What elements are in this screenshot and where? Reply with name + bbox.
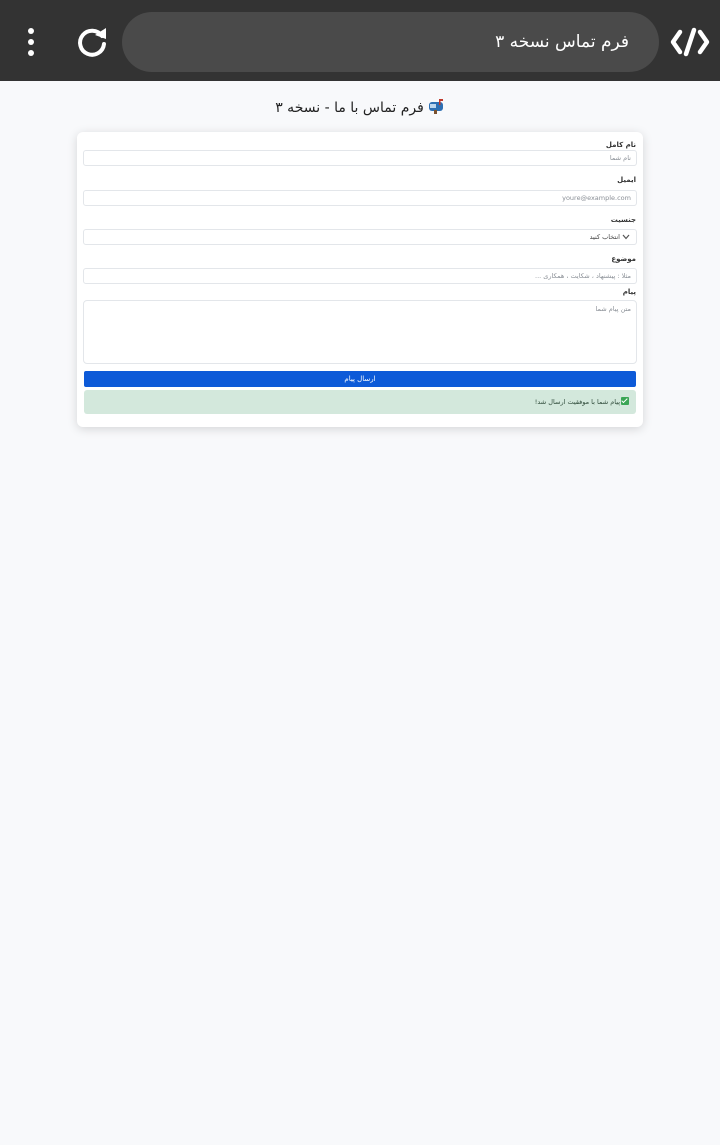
- alert-text: پیام شما با موفقیت ارسال شد!: [535, 390, 629, 414]
- alert-message: پیام شما با موفقیت ارسال شد!: [534, 398, 620, 406]
- check-icon: [621, 397, 629, 405]
- submit-button[interactable]: ارسال پیام: [84, 371, 636, 387]
- gender-select[interactable]: انتخاب کنید: [83, 229, 637, 245]
- gender-selected: انتخاب کنید: [589, 233, 620, 241]
- reload-icon[interactable]: [74, 24, 110, 60]
- fullname-input[interactable]: نام شما: [83, 150, 637, 166]
- message-label: پیام: [622, 288, 636, 296]
- fullname-label: نام کامل: [605, 141, 636, 149]
- more-vert-icon[interactable]: [16, 22, 46, 62]
- code-logo-icon[interactable]: [670, 24, 710, 60]
- email-placeholder: youre@example.com: [562, 194, 631, 202]
- browser-toolbar: فرم تماس نسخه ۳: [0, 0, 720, 81]
- message-textarea[interactable]: متن پیام شما: [83, 300, 637, 364]
- gender-label: جنسیت: [610, 216, 636, 224]
- page-title-text: فرم تماس با ما - نسخه ۳: [275, 100, 424, 116]
- chevron-down-icon: [622, 234, 630, 240]
- page-title: فرم تماس با ما - نسخه ۳: [0, 98, 720, 116]
- mailbox-icon: [428, 99, 443, 114]
- message-placeholder: متن پیام شما: [595, 305, 631, 313]
- email-input[interactable]: youre@example.com: [83, 190, 637, 206]
- subject-placeholder: مثلا : پیشنهاد ، شکایت ، همکاری ...: [535, 272, 631, 280]
- subject-label: موضوع: [611, 255, 636, 263]
- subject-input[interactable]: مثلا : پیشنهاد ، شکایت ، همکاری ...: [83, 268, 637, 284]
- address-bar[interactable]: فرم تماس نسخه ۳: [122, 12, 659, 72]
- contact-form-card: نام کامل نام شما ایمیل youre@example.com…: [77, 132, 643, 427]
- success-alert: پیام شما با موفقیت ارسال شد!: [84, 390, 636, 414]
- address-text: فرم تماس نسخه ۳: [495, 32, 629, 52]
- email-label: ایمیل: [617, 176, 636, 184]
- fullname-placeholder: نام شما: [609, 154, 631, 162]
